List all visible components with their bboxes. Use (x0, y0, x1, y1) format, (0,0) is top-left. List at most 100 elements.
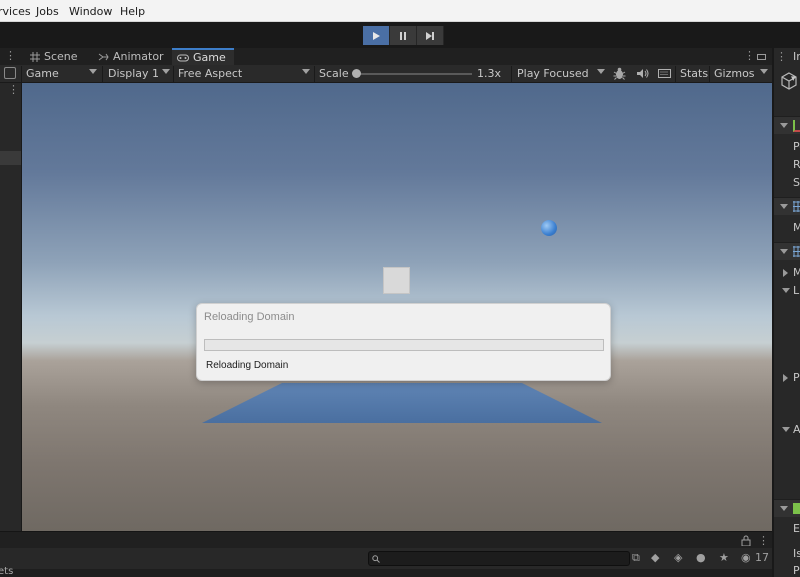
tab-game[interactable]: Game (172, 48, 234, 65)
inspector-panel-edge: ⋮ Ir ▾ Po Ro Sc M M Li Pr Ac Ec Is Pr (772, 48, 800, 577)
console-toolbar: ⧉ ◆ ◈ ● ★ ◉ 17 (0, 548, 772, 569)
divider (511, 66, 512, 82)
gizmos-button[interactable]: Gizmos (714, 67, 755, 80)
main-toolbar (0, 22, 800, 48)
mesh-filter-header[interactable] (774, 197, 800, 215)
dialog-title: Reloading Domain (204, 311, 295, 323)
scale-slider-handle[interactable] (352, 69, 361, 78)
dialog-message: Reloading Domain (206, 360, 289, 371)
view-tab-bar: ⋮ Scene Animator Game ⋮ (0, 48, 772, 65)
chevron-down-icon (89, 69, 97, 74)
inspector-label: Ro (793, 158, 800, 171)
transform-component-header[interactable] (774, 116, 800, 134)
scale-label: Scale (319, 67, 349, 80)
star-icon[interactable]: ★ (719, 551, 729, 564)
scale-value: 1.3x (477, 67, 502, 80)
inspector-label: M (793, 266, 800, 279)
play-controls (363, 26, 444, 45)
tab-scene-label: Scene (44, 50, 78, 63)
selected-row[interactable] (0, 151, 21, 165)
chevron-down-icon (302, 69, 310, 74)
inspector-label: Pr (793, 371, 800, 384)
menu-item-services[interactable]: rvices (0, 5, 31, 18)
tag-icon[interactable]: ◈ (674, 551, 682, 564)
sphere-object (541, 220, 557, 236)
box-collider-header[interactable] (774, 499, 800, 517)
game-view-toolbar: Game Display 1 Free Aspect Scale 1.3x Pl… (0, 65, 772, 83)
eye-icon[interactable]: ◉ (741, 551, 751, 564)
view-select[interactable]: Game (26, 67, 59, 80)
foldout-icon (780, 204, 788, 209)
progress-bar (204, 339, 604, 351)
search-input[interactable] (368, 551, 630, 566)
step-button[interactable] (417, 26, 444, 45)
foldout-icon[interactable] (783, 374, 788, 382)
tab-inspector[interactable]: Ir (793, 50, 800, 63)
pause-icon (400, 31, 406, 40)
chevron-down-icon: ▾ (791, 74, 796, 84)
inspector-label: Sc (793, 176, 800, 189)
panel-menu-icon[interactable]: ⋮ (5, 49, 16, 62)
panel-menu-icon[interactable]: ⋮ (758, 534, 769, 547)
cube-object (383, 267, 410, 294)
error-icon[interactable]: ● (696, 551, 706, 564)
panel-menu-icon[interactable]: ⋮ (8, 83, 19, 96)
foldout-icon[interactable] (782, 427, 790, 432)
mesh-grid-icon (793, 201, 800, 212)
foldout-icon (780, 123, 788, 128)
mesh-renderer-icon (793, 246, 800, 257)
mute-audio-icon[interactable] (636, 68, 649, 79)
stats-button[interactable]: Stats (680, 67, 708, 80)
scale-slider-track[interactable] (356, 73, 472, 75)
collapse-icon[interactable]: ⧉ (632, 551, 640, 565)
tab-options-icon[interactable]: ⋮ (744, 49, 755, 62)
divider (21, 66, 22, 82)
keyboard-icon[interactable] (658, 69, 671, 78)
ground-plane (202, 383, 602, 423)
lock-view-icon[interactable] (4, 67, 16, 79)
hierarchy-panel-edge: ⋮ (0, 83, 22, 531)
play-icon (373, 31, 380, 40)
maximize-icon[interactable] (757, 54, 766, 60)
tab-scene[interactable]: Scene (28, 48, 88, 65)
divider (675, 66, 676, 82)
foldout-icon (780, 506, 788, 511)
bug-icon[interactable] (613, 67, 626, 80)
divider (102, 66, 103, 82)
menu-item-window[interactable]: Window (69, 5, 112, 18)
inspector-label: Ac (793, 423, 800, 436)
foldout-icon[interactable] (783, 269, 788, 277)
divider (709, 66, 710, 82)
reloading-domain-dialog: Reloading Domain Reloading Domain (196, 303, 611, 381)
inspector-label: Is (793, 547, 800, 560)
inspector-label: Ec (793, 522, 800, 535)
step-icon (426, 31, 434, 40)
collider-icon (793, 503, 800, 514)
chevron-down-icon (760, 69, 768, 74)
shapes-icon[interactable]: ◆ (651, 551, 659, 564)
menu-item-help[interactable]: Help (120, 5, 145, 18)
aspect-select[interactable]: Free Aspect (178, 67, 242, 80)
foldout-icon (780, 249, 788, 254)
panel-menu-icon[interactable]: ⋮ (776, 50, 787, 63)
lock-icon[interactable] (741, 535, 751, 546)
pause-button[interactable] (390, 26, 417, 45)
divider (314, 66, 315, 82)
mesh-renderer-header[interactable] (774, 242, 800, 260)
chevron-down-icon (162, 69, 170, 74)
play-button[interactable] (363, 26, 390, 45)
chevron-down-icon (597, 69, 605, 74)
inspector-label: Li (793, 284, 800, 297)
tab-game-label: Game (193, 51, 226, 64)
foldout-icon[interactable] (782, 288, 790, 293)
display-select[interactable]: Display 1 (108, 67, 159, 80)
bottom-label: ets (0, 566, 14, 577)
menu-bar: rvices Jobs Window Help (0, 0, 800, 22)
play-mode-select[interactable]: Play Focused (517, 67, 589, 80)
tab-animator[interactable]: Animator (96, 48, 168, 65)
animator-icon (98, 53, 109, 60)
inspector-label: M (793, 221, 800, 234)
menu-item-jobs[interactable]: Jobs (36, 5, 59, 18)
console-tab-bar: ⋮ (0, 531, 772, 548)
tab-animator-label: Animator (113, 50, 164, 63)
